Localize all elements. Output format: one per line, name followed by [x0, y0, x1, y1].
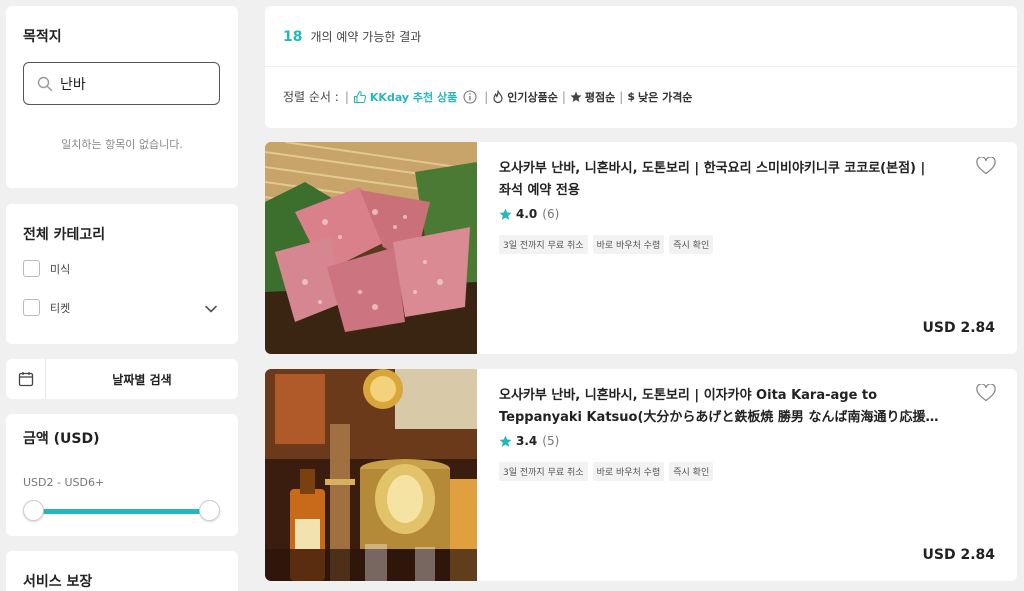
product-title[interactable]: 오사카부 난바, 니혼바시, 도톤보리 | 한국요리 스미비야키니쿠 코코로(본… [499, 158, 959, 202]
product-title[interactable]: 오사카부 난바, 니혼바시, 도톤보리 | 이자카야 Oita Kara-age… [499, 385, 959, 429]
price-slider-max-handle[interactable] [199, 500, 220, 521]
checkbox[interactable] [23, 260, 40, 277]
sort-option-label: 인기상품순 [507, 90, 558, 104]
sort-option-label: 낮은 가격순 [638, 90, 693, 104]
product-title-line: 오사카부 난바, 니혼바시, 도톤보리 | 이자카야 Oita Kara-age… [499, 388, 878, 403]
tag-instant-confirm: 즉시 확인 [669, 235, 714, 254]
sort-popular[interactable]: 인기상품순 [492, 89, 558, 105]
service-panel: 서비스 보장 [6, 551, 238, 591]
separator: | [344, 89, 349, 104]
product-price: USD 2.84 [922, 320, 996, 336]
rating-score: 3.4 [516, 434, 538, 448]
separator: | [619, 89, 624, 104]
chevron-down-icon[interactable] [204, 302, 218, 316]
category-title: 전체 카테고리 [23, 227, 106, 243]
product-title-line: 오사카부 난바, 니혼바시, 도톤보리 | 한국요리 스미비야키니쿠 코코로(본… [499, 161, 926, 176]
search-icon [37, 76, 53, 91]
sort-option-label: KKday 추천 상품 [369, 90, 458, 104]
sort-bar: 정렬 순서 : | KKday 추천 상품 | 인기상품순 | 평점순 | $ … [283, 88, 692, 105]
result-summary: 18 개의 예약 가능한 결과 [283, 28, 421, 45]
star-icon [499, 435, 512, 447]
sort-option-label: 평점순 [584, 90, 616, 104]
destination-search[interactable] [23, 62, 220, 105]
result-label: 개의 예약 가능한 결과 [310, 30, 422, 44]
sort-rating[interactable]: 평점순 [570, 89, 615, 105]
service-title: 서비스 보장 [23, 574, 93, 590]
category-option-food[interactable]: 미식 [23, 260, 70, 277]
tag-free-cancel: 3일 전까지 무료 취소 [499, 462, 588, 481]
price-slider-min-handle[interactable] [23, 500, 44, 521]
price-slider-track[interactable] [34, 509, 209, 514]
dollar-icon: $ [627, 90, 635, 103]
separator: | [561, 89, 566, 104]
price-title: 금액 (USD) [23, 431, 100, 447]
review-count: (5) [542, 434, 560, 448]
sort-low-price[interactable]: $ 낮은 가격순 [627, 89, 692, 105]
product-rating: 4.0 (6) [499, 207, 559, 221]
thumbs-up-icon [353, 90, 366, 103]
product-tags: 3일 전까지 무료 취소 바로 바우처 수령 즉시 확인 [499, 235, 714, 254]
category-panel: 전체 카테고리 미식 티켓 [6, 204, 238, 344]
price-panel: 금액 (USD) USD2 - USD6+ [6, 414, 238, 536]
tag-instant-voucher: 바로 바우처 수령 [592, 462, 665, 481]
price-range-text: USD2 - USD6+ [23, 476, 105, 489]
fire-icon [493, 89, 503, 103]
product-title-line: Teppanyaki Katsuo(大分からあげと鉄板焼 勝男 なんば南海通り応… [499, 410, 939, 425]
heart-icon[interactable] [976, 157, 996, 175]
product-card[interactable]: 오사카부 난바, 니혼바시, 도톤보리 | 한국요리 스미비야키니쿠 코코로(본… [265, 142, 1017, 354]
date-search-label: 날짜별 검색 [112, 372, 172, 387]
calendar-icon [18, 372, 33, 387]
separator: | [484, 89, 489, 104]
destination-title: 목적지 [23, 29, 62, 45]
product-image-wagyu[interactable] [265, 142, 477, 354]
product-card[interactable]: 오사카부 난바, 니혼바시, 도톤보리 | 이자카야 Oita Kara-age… [265, 369, 1017, 581]
destination-panel: 목적지 일치하는 항목이 없습니다. [6, 6, 238, 188]
heart-icon[interactable] [976, 384, 996, 402]
calendar-button[interactable] [6, 359, 46, 399]
product-image-izakaya[interactable] [265, 369, 477, 581]
sort-label: 정렬 순서 : [283, 90, 339, 104]
tag-free-cancel: 3일 전까지 무료 취소 [499, 235, 588, 254]
sort-recommended[interactable]: KKday 추천 상품 [353, 89, 480, 105]
result-count: 18 [283, 29, 303, 45]
destination-search-input[interactable] [60, 75, 200, 92]
no-match-message: 일치하는 항목이 없습니다. [61, 138, 183, 151]
star-icon [499, 208, 512, 220]
star-icon [570, 91, 582, 102]
rating-score: 4.0 [516, 207, 538, 221]
product-price: USD 2.84 [922, 547, 996, 563]
checkbox[interactable] [23, 299, 40, 316]
tag-instant-voucher: 바로 바우처 수령 [592, 235, 665, 254]
category-option-ticket[interactable]: 티켓 [23, 299, 70, 316]
product-tags: 3일 전까지 무료 취소 바로 바우처 수령 즉시 확인 [499, 462, 714, 481]
product-rating: 3.4 (5) [499, 434, 559, 448]
category-option-label: 미식 [50, 262, 71, 276]
results-header: 18 개의 예약 가능한 결과 정렬 순서 : | KKday 추천 상품 | … [265, 6, 1017, 128]
tag-instant-confirm: 즉시 확인 [669, 462, 714, 481]
info-icon[interactable] [463, 89, 477, 104]
category-option-label: 티켓 [50, 301, 71, 315]
divider [265, 66, 1017, 67]
review-count: (6) [542, 207, 560, 221]
product-title-line: 좌석 예약 전용 [499, 183, 580, 198]
date-search-button[interactable]: 날짜별 검색 [6, 359, 238, 399]
